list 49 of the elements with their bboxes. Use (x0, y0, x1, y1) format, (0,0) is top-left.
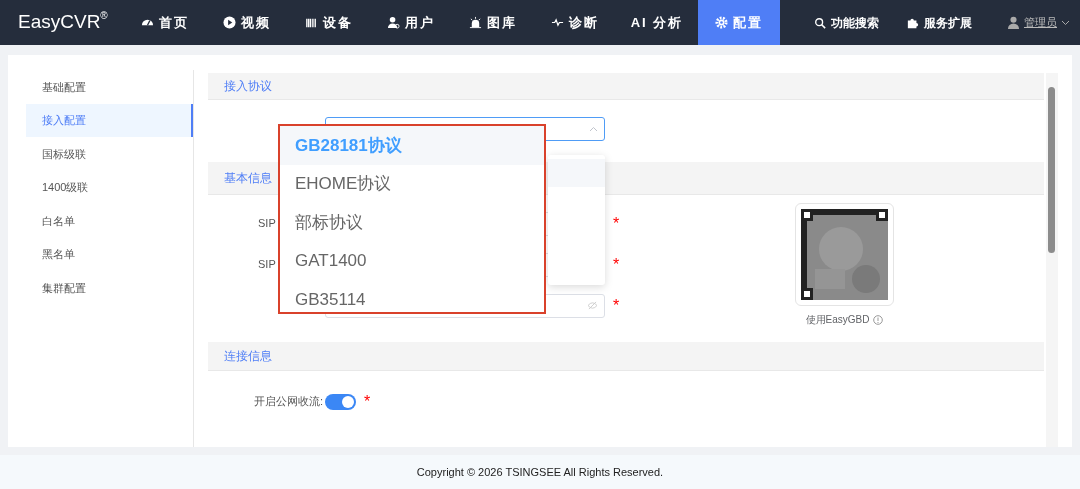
field-label: SIP (258, 258, 276, 271)
chevron-icon (589, 126, 598, 132)
nav-tab[interactable]: 图库 (452, 0, 534, 45)
nav-tab[interactable]: 首页 (124, 0, 206, 45)
section-header: 接入协议 (208, 73, 1044, 100)
required-asterisk: * (364, 391, 372, 412)
nav-tab[interactable]: 用户 (370, 0, 452, 45)
sidebar-item[interactable]: 集群配置 (26, 271, 193, 305)
barcode-icon (305, 16, 318, 29)
sidebar-item[interactable]: 基础配置 (26, 70, 193, 104)
sidebar-item[interactable]: 接入配置 (26, 103, 193, 137)
eye-off-icon (587, 301, 598, 310)
user-menu[interactable]: 管理员 (1007, 0, 1070, 45)
sidebar-item[interactable]: 黑名单 (26, 237, 193, 271)
search-icon (814, 16, 826, 29)
toggle-switch[interactable] (325, 393, 356, 410)
nav-tab[interactable]: 配置 (698, 0, 780, 45)
dropdown-option[interactable]: GB35114 (280, 280, 544, 319)
scrollbar[interactable] (1046, 73, 1058, 447)
sidebar-item[interactable]: 1400级联 (26, 170, 193, 204)
nav-tab[interactable]: 视频 (206, 0, 288, 45)
alarm-icon (469, 16, 482, 29)
caption-text: 使用EasyGBD (805, 313, 870, 327)
nav-tab[interactable]: AI 分析 (616, 0, 698, 45)
nav-link[interactable]: 功能搜索 (814, 0, 879, 45)
nav-tab[interactable]: 诊断 (534, 0, 616, 45)
nav-link[interactable]: 服务扩展 (907, 0, 972, 45)
info-icon (873, 314, 884, 325)
avatar-icon (1007, 16, 1020, 29)
scroll-thumb[interactable] (1048, 87, 1055, 253)
caret-icon (1061, 19, 1070, 26)
gear-icon (715, 16, 728, 29)
nav-tab[interactable]: 设备 (288, 0, 370, 45)
play-icon (223, 16, 236, 29)
sidebar-item[interactable]: 国标级联 (26, 137, 193, 171)
field-label: 开启公网收流: (254, 395, 324, 408)
required-asterisk: * (613, 295, 621, 316)
logo: EasyCVR$^{®}$ (18, 8, 109, 35)
copyright-text: Copyright © 2026 TSINGSEE All Rights Reserved. (416, 464, 664, 480)
required-asterisk: * (613, 254, 621, 275)
puzzle-icon (907, 16, 919, 29)
pulse-icon (551, 16, 564, 29)
user-icon (387, 16, 400, 29)
required-asterisk: * (613, 213, 621, 234)
section-header: 连接信息 (208, 342, 1044, 371)
dropdown-option[interactable]: 部标协议 (280, 203, 544, 242)
sidebar-item[interactable]: 白名单 (26, 204, 193, 238)
field-label: SIP (258, 217, 276, 230)
dropdown-option[interactable]: GAT1400 (280, 241, 544, 280)
